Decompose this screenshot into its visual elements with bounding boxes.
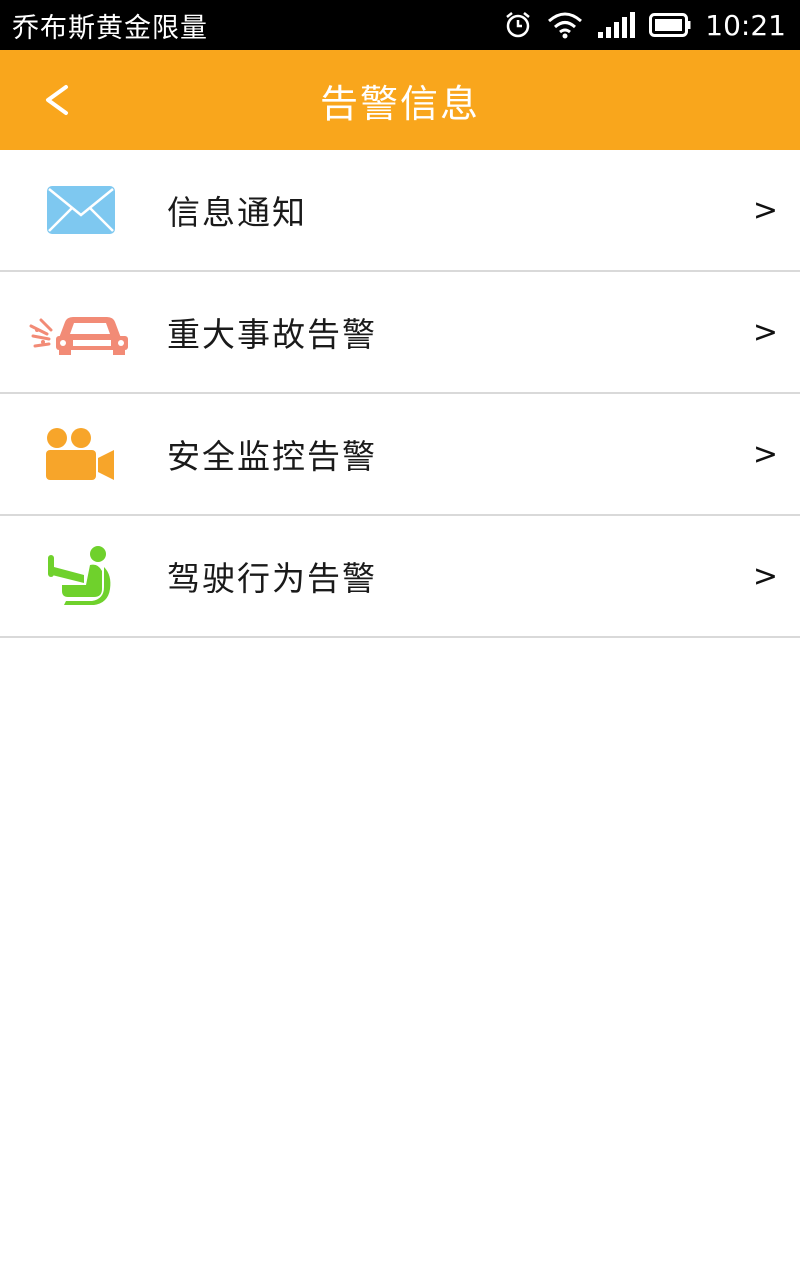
signal-icon [597, 12, 636, 38]
menu-item-label: 信息通知 [167, 193, 307, 232]
menu-item-label: 重大事故告警 [167, 315, 377, 354]
chevron-right-icon: > [752, 192, 778, 228]
envelope-icon [26, 175, 136, 245]
car-crash-icon [26, 297, 136, 367]
nav-bar: 告警信息 [0, 50, 800, 150]
menu-item-message-notice[interactable]: 信息通知 > [0, 150, 800, 272]
menu-item-label: 驾驶行为告警 [167, 559, 377, 598]
page-title: 告警信息 [319, 81, 480, 126]
alarm-icon [503, 10, 533, 40]
menu-item-driving-behavior[interactable]: 驾驶行为告警 > [0, 516, 800, 638]
chevron-right-icon: > [752, 314, 778, 350]
wifi-icon [547, 11, 583, 39]
video-camera-icon [26, 419, 136, 489]
status-time: 10:21 [705, 8, 786, 42]
status-carrier: 乔布斯黄金限量 [12, 12, 208, 44]
driver-seat-icon [26, 541, 136, 611]
battery-icon [649, 13, 691, 37]
menu-item-security-monitoring[interactable]: 安全监控告警 > [0, 394, 800, 516]
status-icons: 10:21 [503, 9, 786, 42]
menu-item-major-accident[interactable]: 重大事故告警 > [0, 272, 800, 394]
chevron-right-icon: > [752, 436, 778, 472]
chevron-right-icon: > [752, 558, 778, 594]
menu-list: 信息通知 > 重大事故告警 > 安全监控告警 > 驾驶行为告警 > [0, 150, 800, 638]
status-bar: 乔布斯黄金限量 10:21 [0, 0, 800, 50]
menu-item-label: 安全监控告警 [167, 437, 377, 476]
